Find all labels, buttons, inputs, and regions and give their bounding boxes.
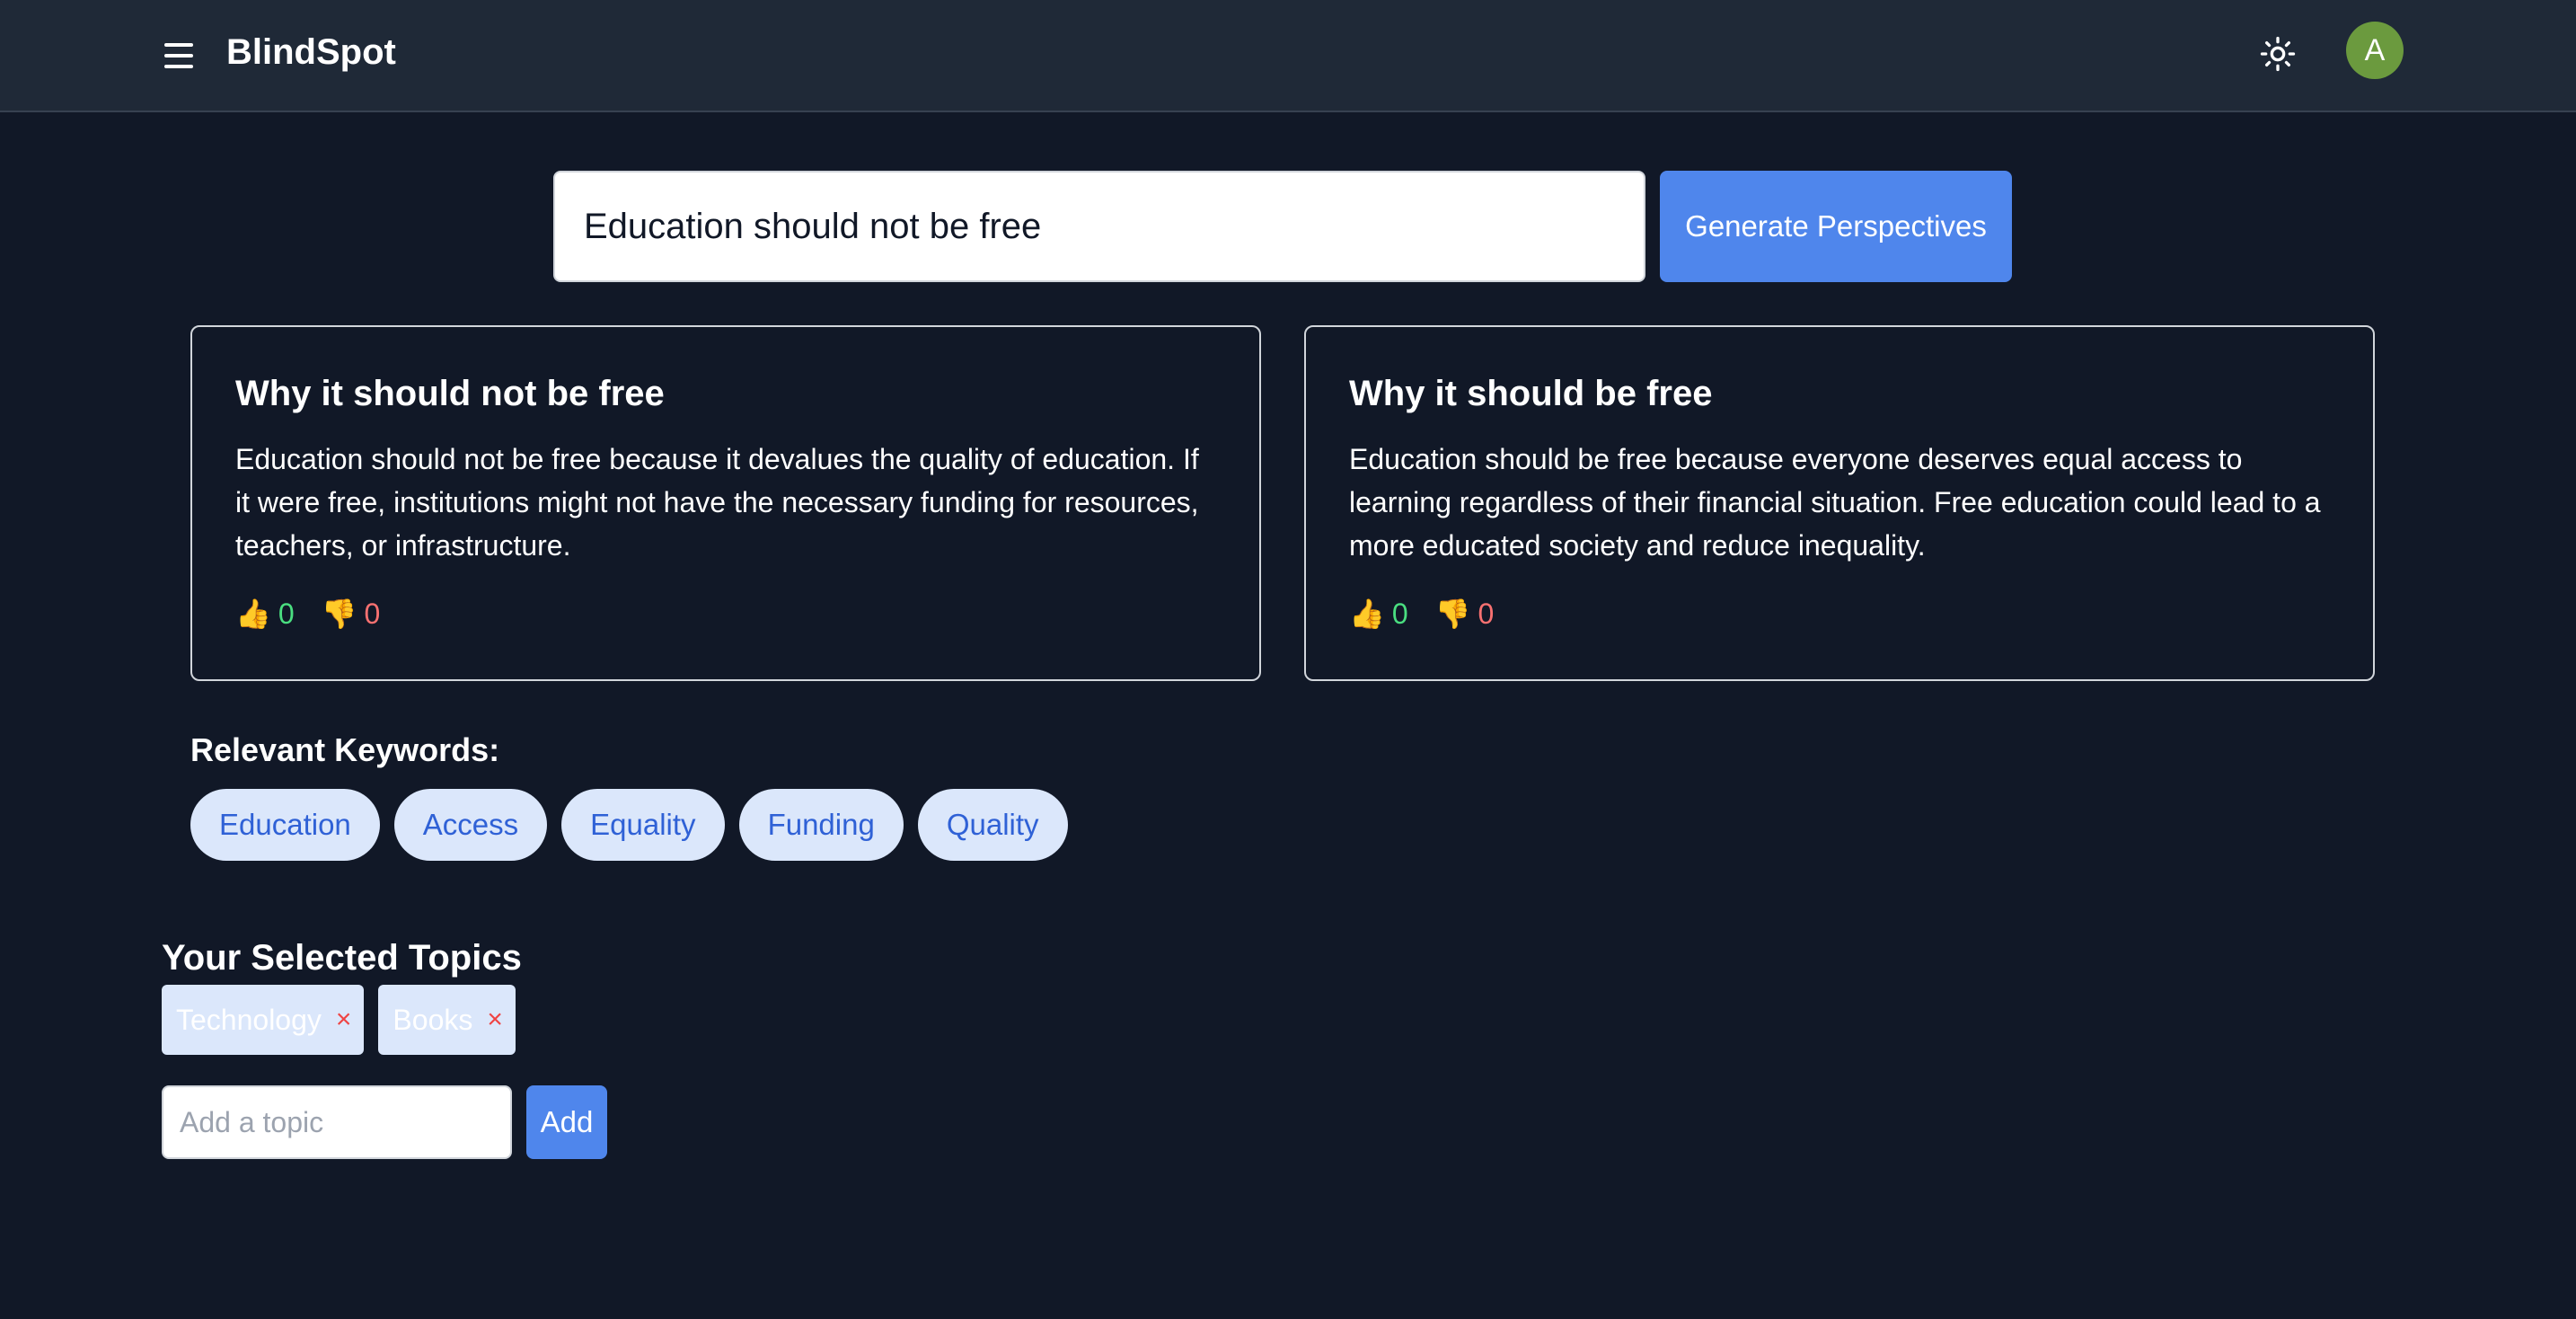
downvote-count: 0 (364, 597, 381, 630)
add-topic-input[interactable] (162, 1085, 512, 1159)
keyword-chip-equality[interactable]: Equality (561, 789, 725, 861)
upvote-count: 0 (278, 597, 295, 630)
perspective-body: Education should not be free because it … (235, 443, 1199, 562)
thumbs-up-icon: 👍 (1349, 598, 1385, 630)
upvote-button[interactable]: 👍 0 (235, 597, 295, 631)
generate-perspectives-button[interactable]: Generate Perspectives (1660, 171, 2012, 282)
vote-bar: 👍 0 👎 0 (1349, 597, 1521, 631)
downvote-button[interactable]: 👎 0 (322, 597, 381, 631)
vote-bar: 👍 0 👎 0 (235, 597, 407, 631)
remove-topic-icon[interactable]: × (487, 1005, 503, 1035)
avatar[interactable]: A (2346, 22, 2404, 79)
keyword-chip-funding[interactable]: Funding (738, 789, 904, 861)
thumbs-down-icon: 👎 (1434, 598, 1471, 630)
sun-icon[interactable] (2260, 36, 2296, 72)
perspective-title: Why it should be free (1349, 374, 1713, 413)
keyword-list: Education Access Equality Funding Qualit… (190, 789, 1082, 861)
selected-topic-list: Technology × Books × (162, 985, 530, 1055)
menu-icon[interactable] (164, 43, 193, 68)
perspective-body: Education should be free because everyon… (1349, 443, 2321, 562)
keyword-chip-access[interactable]: Access (393, 789, 548, 861)
navbar: BlindSpot A (0, 0, 2576, 112)
upvote-count: 0 (1391, 597, 1408, 630)
downvote-count: 0 (1478, 597, 1495, 630)
add-topic-button[interactable]: Add (526, 1085, 607, 1159)
downvote-button[interactable]: 👎 0 (1435, 597, 1495, 631)
remove-topic-icon[interactable]: × (336, 1005, 352, 1035)
perspective-query-input[interactable] (553, 171, 1645, 282)
perspective-card-for: Why it should be free Education should b… (1304, 325, 2375, 681)
selected-topics-heading: Your Selected Topics (162, 938, 522, 978)
brand-logo[interactable]: BlindSpot (226, 32, 396, 73)
thumbs-up-icon: 👍 (235, 598, 271, 630)
keywords-heading: Relevant Keywords: (190, 731, 500, 768)
topic-chip-label: Technology (176, 1003, 322, 1036)
upvote-button[interactable]: 👍 0 (1349, 597, 1408, 631)
topic-chip-label: Books (393, 1003, 473, 1036)
topic-chip-books: Books × (378, 985, 516, 1055)
topic-chip-technology: Technology × (162, 985, 365, 1055)
perspective-title: Why it should not be free (235, 374, 665, 413)
keyword-chip-education[interactable]: Education (190, 789, 380, 861)
perspective-card-against: Why it should not be free Education shou… (190, 325, 1261, 681)
keyword-chip-quality[interactable]: Quality (917, 789, 1068, 861)
thumbs-down-icon: 👎 (321, 598, 357, 630)
